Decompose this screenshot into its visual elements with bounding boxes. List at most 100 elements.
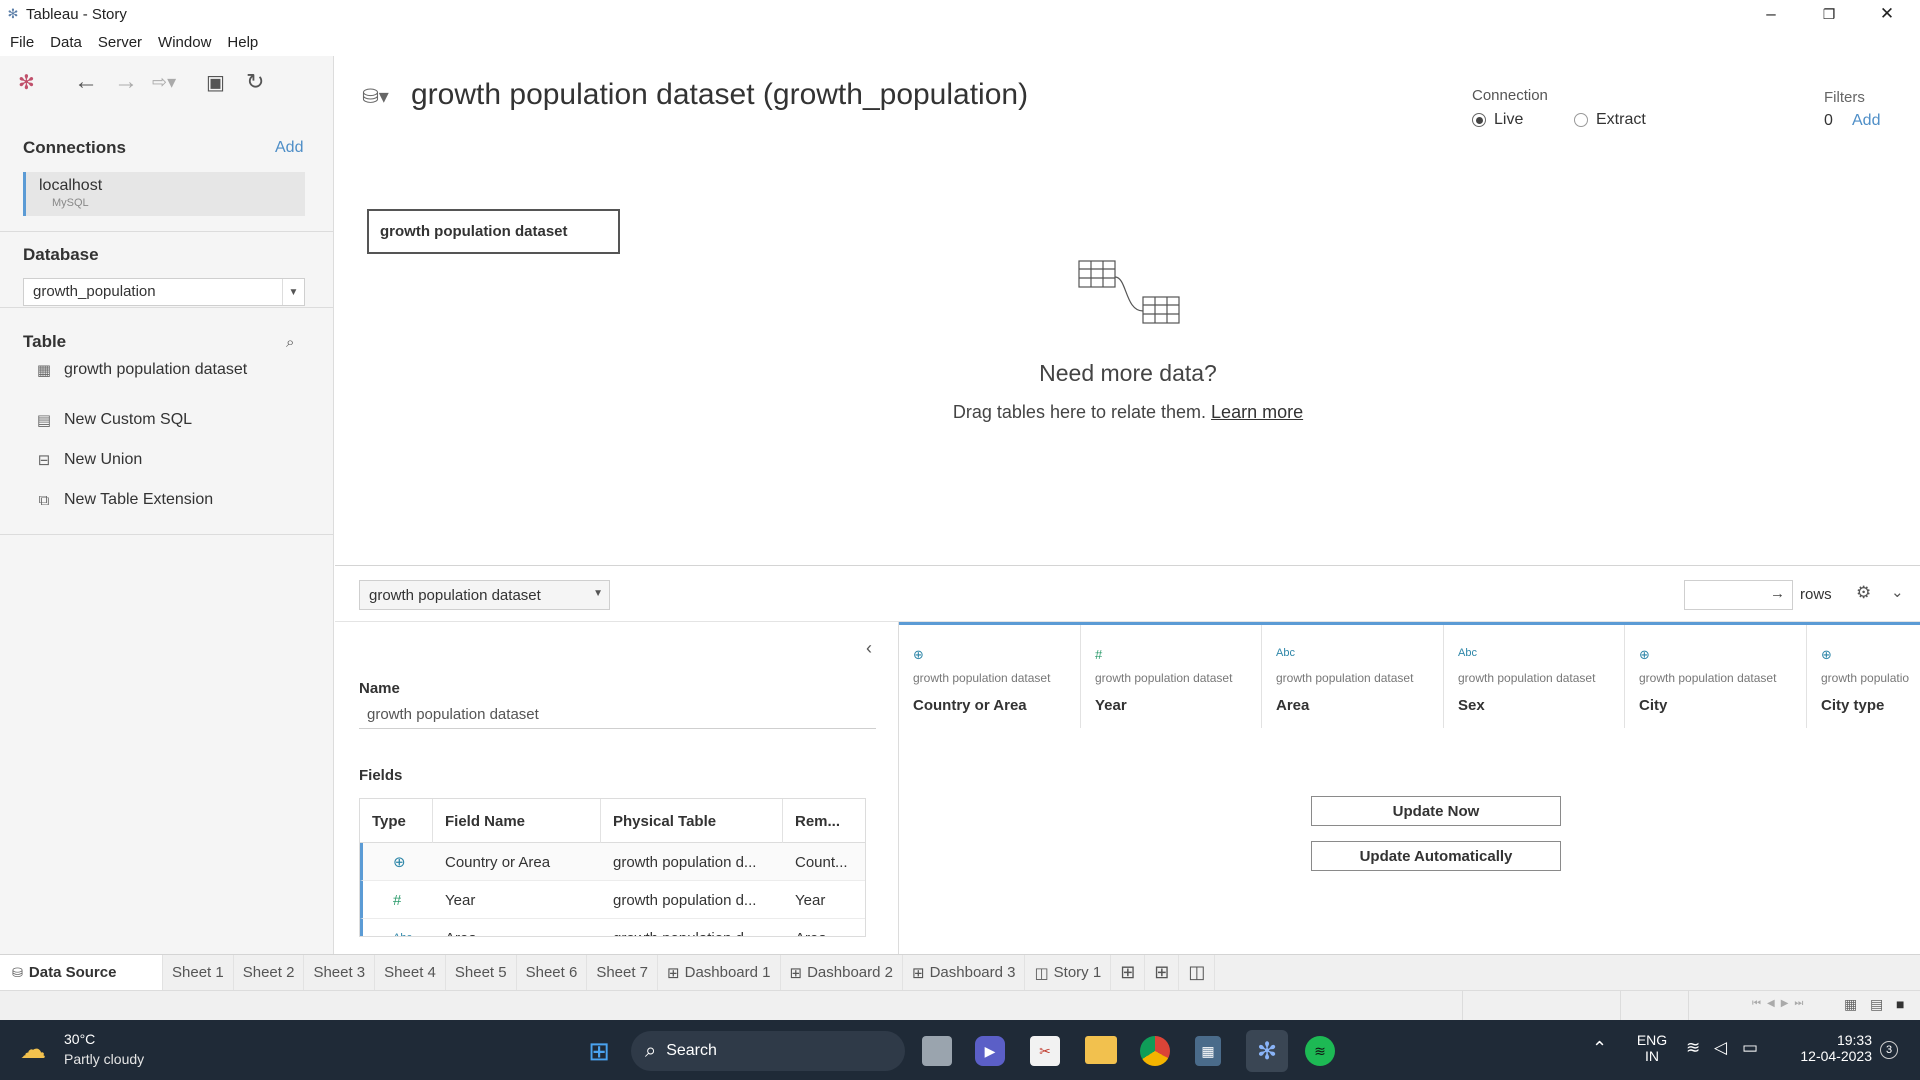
new-union[interactable]: ⊟ New Union [34, 448, 143, 472]
update-now-button[interactable]: Update Now [1311, 796, 1561, 826]
physical-table: growth population d... [613, 891, 757, 909]
column-header[interactable]: # growth population dataset Year [1081, 625, 1262, 728]
gear-icon[interactable]: ⚙ [1856, 583, 1871, 603]
live-radio[interactable]: Live [1472, 111, 1523, 129]
col-remote-header[interactable]: Rem... [783, 799, 865, 843]
tab-label: Dashboard 1 [684, 964, 771, 981]
menu-data[interactable]: Data [50, 34, 82, 51]
tab-sheet-4[interactable]: Sheet 4 [375, 954, 446, 991]
calculator-icon[interactable]: ▦ [1195, 1036, 1221, 1066]
datasource-cylinder-icon[interactable]: ⛁▾ [362, 84, 389, 109]
go-arrow-icon[interactable]: → [1770, 585, 1785, 602]
table-item[interactable]: ▦ growth population dataset [34, 358, 247, 382]
column-header[interactable]: ⊕ growth population dataset City [1625, 625, 1807, 728]
tab-sheet-5[interactable]: Sheet 5 [446, 954, 517, 991]
col-field-name-header[interactable]: Field Name [433, 799, 601, 843]
column-header[interactable]: Abc growth population dataset Sex [1444, 625, 1625, 728]
number-icon: # [1095, 647, 1103, 662]
filmstrip-view-icon[interactable]: ▤ [1870, 996, 1883, 1013]
weather-icon[interactable]: ☁ [20, 1034, 46, 1065]
tab-sheet-6[interactable]: Sheet 6 [517, 954, 588, 991]
col-physical-table-header[interactable]: Physical Table [601, 799, 783, 843]
connection-item[interactable]: localhost MySQL [23, 172, 305, 216]
tabs-view-icon[interactable]: ■ [1896, 996, 1904, 1012]
clock[interactable]: 19:33 12-04-2023 [1776, 1032, 1872, 1064]
name-label: Name [359, 680, 400, 697]
chevron-down-icon[interactable]: ⌄ [1891, 583, 1904, 601]
column-header[interactable]: ⊕ growth populatio City type [1807, 625, 1920, 728]
learn-more-link[interactable]: Learn more [1211, 402, 1303, 422]
file-explorer-icon[interactable] [1085, 1036, 1117, 1064]
minimize-icon[interactable]: – [1742, 0, 1800, 28]
menu-server[interactable]: Server [98, 34, 142, 51]
preview-table-select[interactable]: growth population dataset ▼ [359, 580, 610, 610]
name-field[interactable]: growth population dataset [359, 700, 876, 729]
notification-badge[interactable]: 3 [1880, 1041, 1898, 1059]
new-dashboard-icon[interactable]: ⊞ [1145, 954, 1180, 991]
connection-type: MySQL [52, 197, 89, 209]
chrome-icon[interactable] [1140, 1036, 1170, 1066]
table-box[interactable]: growth population dataset [367, 209, 620, 254]
datasource-title[interactable]: growth population dataset (growth_popula… [411, 78, 1028, 112]
snipping-tool-icon[interactable]: ✂ [1030, 1036, 1060, 1066]
tab-navigation-icon[interactable]: ⏮◀▶⏭ [1752, 998, 1809, 1009]
restore-icon[interactable]: ❐ [1800, 0, 1858, 28]
col-type-header[interactable]: Type [360, 799, 433, 843]
tab-sheet-2[interactable]: Sheet 2 [234, 954, 305, 991]
table-row[interactable]: # Year growth population d... Year [360, 881, 865, 919]
radio-selected-icon [1472, 113, 1486, 127]
chevron-down-icon[interactable]: ▼ [282, 279, 304, 305]
database-select[interactable]: growth_population ▼ [23, 278, 305, 306]
menu-window[interactable]: Window [158, 34, 211, 51]
refresh-icon[interactable]: ↻ [246, 68, 264, 96]
tab-sheet-7[interactable]: Sheet 7 [587, 954, 659, 991]
weather-desc[interactable]: Partly cloudy [64, 1051, 144, 1067]
menu-file[interactable]: File [10, 34, 34, 51]
search-box[interactable]: ⌕ Search [631, 1031, 905, 1071]
tab-dashboard-1[interactable]: ⊞ Dashboard 1 [658, 954, 781, 991]
new-worksheet-icon[interactable]: ⊞ [1111, 954, 1146, 991]
tab-dashboard-2[interactable]: ⊞ Dashboard 2 [781, 954, 903, 991]
rows-input[interactable]: → [1684, 580, 1793, 610]
task-view-icon[interactable] [922, 1036, 952, 1066]
globe-icon: ⊕ [393, 854, 406, 871]
collapse-chevron-icon[interactable]: ‹ [866, 638, 872, 659]
volume-icon[interactable]: ◁ [1714, 1038, 1727, 1058]
add-filter-link[interactable]: Add [1852, 112, 1880, 130]
close-icon[interactable]: ✕ [1858, 0, 1916, 28]
weather-temp[interactable]: 30°C [64, 1031, 95, 1047]
remote-name: Count... [795, 853, 848, 871]
forward-icon[interactable]: → [114, 68, 138, 96]
spotify-icon[interactable]: ≋ [1305, 1036, 1335, 1066]
search-icon[interactable]: ⌕ [286, 334, 294, 351]
tableau-home-icon[interactable]: ✻ [18, 68, 35, 96]
update-automatically-button[interactable]: Update Automatically [1311, 841, 1561, 871]
table-row[interactable]: ⊕ Country or Area growth population d...… [360, 843, 865, 881]
language-indicator[interactable]: ENG IN [1634, 1032, 1670, 1064]
tab-story-1[interactable]: ◫ Story 1 [1025, 954, 1112, 991]
redo-dropdown-icon[interactable]: ⇨▾ [152, 68, 176, 96]
save-icon[interactable]: ▣ [206, 68, 225, 96]
battery-icon[interactable]: ▭ [1742, 1038, 1758, 1058]
tab-sheet-3[interactable]: Sheet 3 [304, 954, 376, 991]
tableau-taskbar-icon[interactable]: ✻ [1246, 1030, 1288, 1072]
back-icon[interactable]: ← [74, 68, 98, 96]
teams-icon[interactable]: ▶ [975, 1036, 1005, 1066]
tab-data-source[interactable]: ⛁ Data Source [0, 954, 163, 991]
custom-sql-icon: ▤ [36, 412, 52, 429]
tab-sheet-1[interactable]: Sheet 1 [163, 954, 234, 991]
new-story-icon[interactable]: ◫ [1179, 954, 1216, 991]
windows-start-icon[interactable]: ⊞ [584, 1036, 614, 1066]
sorter-view-icon[interactable]: ▦ [1844, 996, 1857, 1013]
column-header[interactable]: ⊕ growth population dataset Country or A… [899, 625, 1081, 728]
new-table-extension[interactable]: ⧉ New Table Extension [34, 488, 213, 512]
add-connection-link[interactable]: Add [275, 139, 303, 157]
new-custom-sql[interactable]: ▤ New Custom SQL [34, 408, 192, 432]
extract-radio[interactable]: Extract [1574, 111, 1646, 129]
tab-dashboard-3[interactable]: ⊞ Dashboard 3 [903, 954, 1026, 991]
table-row[interactable]: Abc Area growth population d... Area [360, 919, 865, 936]
wifi-icon[interactable]: ≋ [1686, 1038, 1700, 1058]
chevron-up-icon[interactable]: ⌃ [1592, 1038, 1607, 1059]
column-header[interactable]: Abc growth population dataset Area [1262, 625, 1444, 728]
menu-help[interactable]: Help [227, 34, 258, 51]
